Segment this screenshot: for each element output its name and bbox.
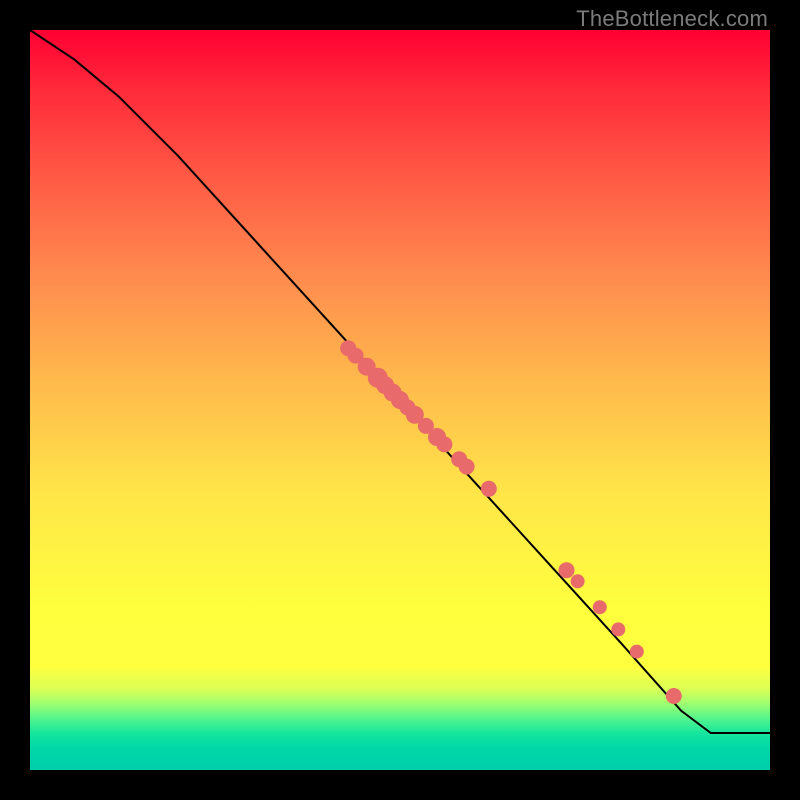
chart-overlay: [30, 30, 770, 770]
chart-point: [666, 688, 682, 704]
chart-point: [436, 436, 452, 452]
chart-point: [630, 645, 644, 659]
chart-frame: TheBottleneck.com: [0, 0, 800, 800]
chart-point: [593, 600, 607, 614]
chart-point: [481, 481, 497, 497]
chart-point: [459, 459, 475, 475]
chart-point: [611, 622, 625, 636]
chart-point: [559, 562, 575, 578]
chart-curve: [30, 30, 770, 733]
chart-point: [571, 574, 585, 588]
watermark-text: TheBottleneck.com: [576, 6, 768, 32]
